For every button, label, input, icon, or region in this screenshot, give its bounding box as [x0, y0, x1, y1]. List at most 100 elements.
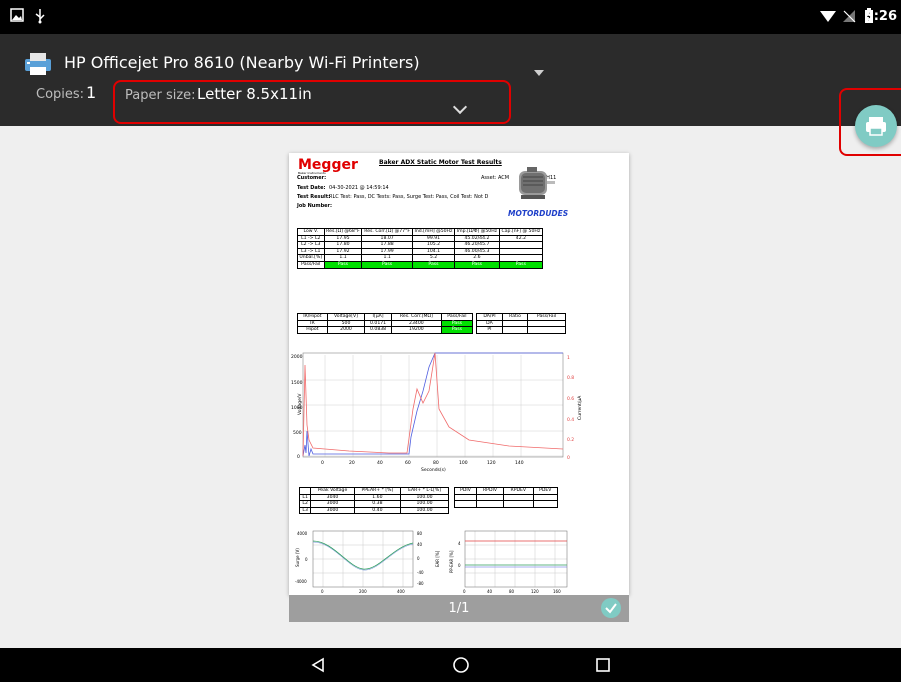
table-cell: 0.40 — [353, 506, 402, 515]
test-result-value: RLC Test: Pass, DC Tests: Pass, Surge Te… — [329, 194, 489, 200]
table-cell: L3 -> L1 — [297, 247, 325, 256]
table-cell: 100.00 — [400, 493, 449, 502]
table-cell — [501, 326, 529, 334]
x-tick-label: 0 — [321, 589, 324, 594]
table-cell: Res. Corr.[Ω] @77°F — [361, 228, 413, 236]
table-cell: 1.1 — [361, 254, 413, 262]
table-cell: IR/Hipot — [297, 313, 328, 321]
back-icon[interactable] — [310, 657, 326, 673]
table-cell — [501, 319, 529, 328]
table-cell: 1.60 — [353, 493, 402, 502]
chevron-down-icon[interactable] — [452, 99, 468, 115]
table-cell: 100.00 — [400, 500, 449, 508]
job-number-label: Job Number: — [297, 203, 333, 209]
table-cell: 2.6 — [454, 254, 500, 262]
page-selected-check-icon[interactable] — [601, 598, 621, 618]
table-row: L2 -> L3 17.80 17.88 105.2 46.20/45.7 — [297, 241, 544, 249]
table-cell: Pass/Fail — [527, 313, 566, 321]
y-tick-label: 0.4 — [567, 417, 574, 423]
table-row: L1 3040 1.60 100.00 — [298, 493, 449, 502]
table-cell — [527, 319, 566, 328]
copies-label: Copies: — [36, 87, 85, 102]
table-cell — [454, 500, 477, 508]
y-tick-label: 2000 — [291, 354, 303, 360]
test-date-label: Test Date: — [297, 185, 326, 191]
page-footer: 1/1 — [289, 595, 629, 622]
table-cell: 0.38 — [353, 500, 402, 508]
table-row: L3 -> L1 17.92 17.99 104.1 46.00/45.3 — [297, 247, 544, 256]
y-tick-label: 0.6 — [567, 396, 574, 402]
table-cell: 46.20/45.7 — [454, 241, 500, 249]
table-cell: 100.00 — [400, 506, 449, 515]
table-cell: Peak Voltage — [310, 487, 355, 495]
y-tick-label: 1 — [567, 355, 570, 361]
y2-axis-label: EAR [%] — [435, 550, 440, 567]
table-cell: RPDIV — [475, 487, 505, 495]
table-cell — [527, 326, 566, 334]
table-cell: 17.95 — [323, 234, 363, 243]
page-preview[interactable]: Megger Baker Instruments Baker ADX Stati… — [289, 153, 629, 595]
table-cell: I[μA] — [364, 313, 392, 321]
table-cell: 23400 — [390, 319, 442, 328]
motor-image — [519, 167, 555, 199]
table-cell: Pass/Fail — [440, 313, 474, 321]
x-axis-label: Seconds(s) — [421, 467, 446, 473]
y-axis-right-ticks: 1 0.8 0.6 0.4 0.2 0 — [567, 355, 574, 461]
table-row: L1 -> L2 17.95 18.07 99.91 45.02/44.2 42.2 — [297, 234, 544, 243]
dropdown-caret-icon[interactable] — [534, 70, 544, 76]
table-cell: L1 -> L2 — [297, 234, 325, 243]
home-icon[interactable] — [452, 656, 470, 674]
paper-size-label: Paper size: — [125, 88, 196, 103]
table-header-row: DA/PI Ratio Pass/Fail — [476, 313, 566, 321]
table-cell: Res. Corr.[MΩ] — [390, 313, 442, 321]
recents-icon[interactable] — [596, 658, 610, 672]
table-cell: Pass — [323, 260, 363, 269]
table-cell — [503, 493, 534, 502]
y-tick-label: 0 — [297, 454, 300, 460]
table-cell: Pass — [498, 260, 544, 269]
x-tick-label: 160 — [553, 589, 561, 594]
paper-size-value: Letter 8.5x11in — [197, 85, 312, 103]
table-cell: 3040 — [310, 493, 355, 502]
table-cell: PDIV — [454, 487, 477, 495]
printer-selector[interactable]: HP Officejet Pro 8610 (Nearby Wi-Fi Prin… — [22, 48, 544, 78]
table-cell: IR — [297, 319, 328, 328]
table-row — [454, 493, 559, 502]
table-cell: Pass — [440, 326, 474, 334]
table-cell: 2000 — [326, 326, 366, 334]
table-cell: 105.2 — [411, 241, 456, 249]
y-axis-right-label: Current/μA — [577, 395, 583, 420]
table-cell: 17.99 — [361, 247, 413, 256]
x-tick-label: 80 — [509, 589, 515, 594]
table-cell: Hipot — [297, 326, 328, 334]
y-axis-label: PP-EAR [%] — [449, 550, 454, 573]
chart-grid — [303, 355, 563, 457]
x-tick-label: 400 — [397, 589, 405, 594]
table-cell: 42.2 — [498, 234, 544, 243]
table-row: L3 3000 0.40 100.00 — [298, 506, 449, 515]
y-tick-label: 4 — [458, 541, 461, 546]
table-row: PI — [476, 326, 566, 334]
ear-trend-chart: 4 0 0 40 80 120 160 PP-EAR [%] — [449, 530, 568, 594]
table-cell — [475, 500, 505, 508]
table-cell: Pass — [440, 319, 474, 328]
paper-size-selector[interactable]: Paper size: Letter 8.5x11in — [113, 80, 511, 124]
asset-label: Asset: ACM — [481, 175, 510, 181]
table-cell: L3 — [298, 506, 312, 515]
copies-input[interactable]: 1 — [86, 83, 96, 102]
x-tick-label: 40 — [377, 460, 383, 466]
x-axis-ticks: 0 200 400 — [321, 589, 405, 594]
x-tick-label: 40 — [487, 589, 493, 594]
image-notification-icon — [10, 8, 24, 22]
print-button[interactable] — [855, 105, 897, 147]
table-header-row: IR/Hipot Voltage[V] I[μA] Res. Corr.[MΩ] Pas… — [297, 313, 474, 321]
table-header-row: Low V. Res.[Ω] @68°F Res. Corr.[Ω] @77°F… — [297, 228, 544, 236]
y-tick-label: -4000 — [295, 579, 307, 584]
table-cell: Pass — [454, 260, 500, 269]
table-cell: Res.[Ω] @68°F — [323, 228, 363, 236]
printer-name: HP Officejet Pro 8610 (Nearby Wi-Fi Prin… — [64, 53, 420, 72]
y-tick-label: 0 — [567, 455, 570, 461]
table-cell: 5.2 — [411, 254, 456, 262]
table-cell — [532, 493, 559, 502]
table-cell: 1.1 — [323, 254, 363, 262]
